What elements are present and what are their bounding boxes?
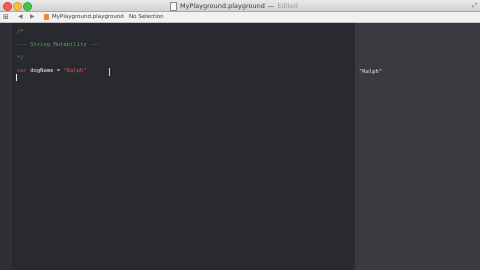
- assignment-operator: =: [53, 68, 64, 74]
- jumpbar-playground-name[interactable]: MyPlayground.playground: [52, 13, 124, 21]
- comment-close: */: [17, 55, 24, 61]
- var-declaration-line: var dogName = "Ralph": [17, 68, 87, 75]
- edited-status: Edited: [277, 2, 299, 10]
- chevron-right-icon[interactable]: ▶: [30, 13, 35, 21]
- jump-bar: ⊞ ◀ ▶ MyPlayground.playground › No Selec…: [0, 12, 480, 23]
- ibeam-cursor-icon: [109, 68, 110, 76]
- window-titlebar: MyPlayground.playground — Edited ⤢: [0, 0, 480, 12]
- string-literal: "Ralph": [63, 68, 87, 74]
- playground-file-icon: [44, 14, 49, 20]
- jumpbar-selection[interactable]: No Selection: [129, 13, 164, 21]
- window-title-area: MyPlayground.playground — Edited: [170, 1, 298, 11]
- window-title: MyPlayground.playground: [180, 2, 265, 10]
- document-icon: [170, 1, 177, 11]
- comment-title: --- String Mutability ---: [17, 42, 100, 48]
- text-caret: [16, 74, 17, 81]
- comment-open: /*: [17, 29, 24, 35]
- result-value[interactable]: "Ralph": [359, 69, 382, 75]
- code-editor[interactable]: [0, 23, 355, 270]
- close-window-button[interactable]: [3, 2, 12, 11]
- zoom-window-button[interactable]: [23, 2, 32, 11]
- grid-icon[interactable]: ⊞: [3, 13, 9, 21]
- jumpbar-separator: ›: [122, 14, 125, 20]
- results-sidebar: [355, 23, 480, 270]
- line-gutter: [0, 23, 14, 270]
- chevron-left-icon[interactable]: ◀: [18, 13, 23, 21]
- minimize-window-button[interactable]: [13, 2, 22, 11]
- variable-name: dogName: [30, 68, 54, 74]
- fullscreen-icon[interactable]: ⤢: [472, 2, 477, 10]
- var-keyword: var: [17, 68, 27, 74]
